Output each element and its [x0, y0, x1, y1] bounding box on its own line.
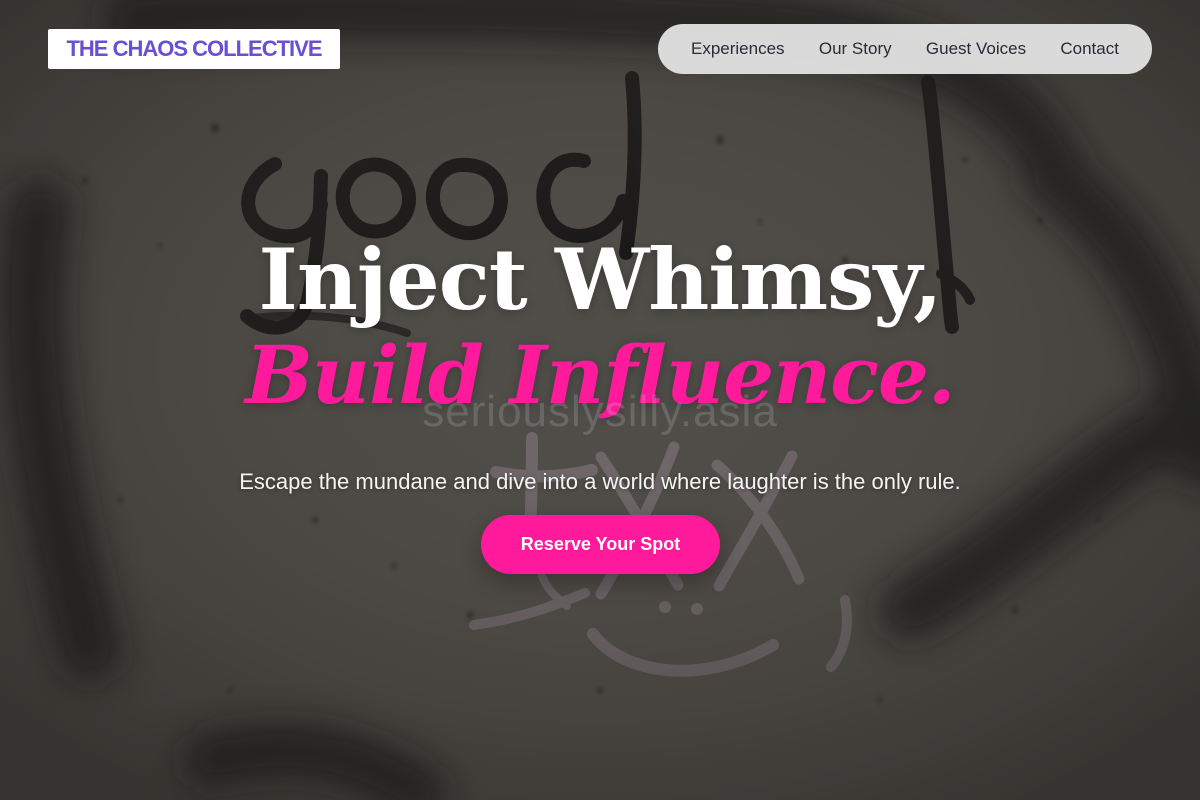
- reserve-spot-button[interactable]: Reserve Your Spot: [481, 515, 720, 574]
- nav-item-guest-voices[interactable]: Guest Voices: [926, 39, 1026, 59]
- hero-section: THE CHAOS COLLECTIVE Experiences Our Sto…: [0, 0, 1200, 800]
- nav-item-experiences[interactable]: Experiences: [691, 39, 785, 59]
- headline-line-one: Inject Whimsy,: [258, 230, 943, 329]
- nav-item-our-story[interactable]: Our Story: [819, 39, 892, 59]
- hero-subheadline: Escape the mundane and dive into a world…: [239, 469, 961, 494]
- brand-logo[interactable]: THE CHAOS COLLECTIVE: [48, 29, 340, 69]
- main-navigation: Experiences Our Story Guest Voices Conta…: [658, 24, 1152, 74]
- headline-line-two: Build Influence.: [245, 328, 955, 422]
- nav-item-contact[interactable]: Contact: [1060, 39, 1119, 59]
